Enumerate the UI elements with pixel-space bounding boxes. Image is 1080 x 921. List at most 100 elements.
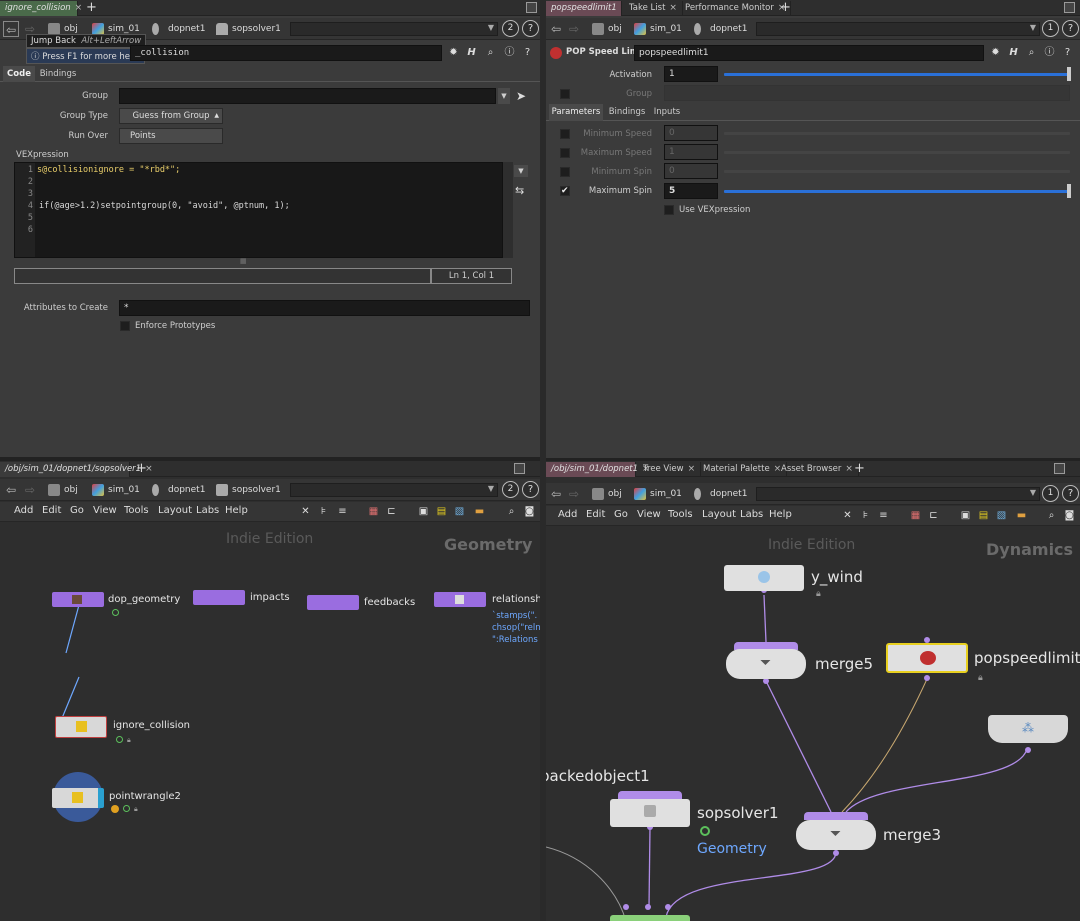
activation-slider-handle[interactable]: [1067, 67, 1071, 81]
menu-view[interactable]: View: [637, 509, 661, 520]
counter-badge[interactable]: 2: [502, 481, 519, 498]
menu-layout[interactable]: Layout: [158, 505, 192, 516]
tab-parameters[interactable]: Parameters: [549, 104, 603, 121]
tree-icon[interactable]: ⊧: [318, 506, 329, 517]
path-dropdown[interactable]: ▼: [756, 487, 1040, 501]
node-pointwrangle2[interactable]: [52, 788, 104, 808]
forward-arrow-icon[interactable]: ⇨: [566, 486, 582, 502]
network-icon[interactable]: ⊏: [386, 506, 397, 517]
node-name-field[interactable]: popspeedlimit1: [634, 45, 984, 61]
crumb-obj[interactable]: obj: [46, 482, 78, 498]
crumb-sim[interactable]: sim_01: [90, 482, 140, 498]
menu-labs[interactable]: Labs: [740, 509, 763, 520]
wrench-icon[interactable]: ✕: [300, 506, 311, 517]
crumb-obj[interactable]: obj: [590, 21, 622, 37]
resize-grip-icon[interactable]: ▦: [240, 257, 247, 265]
wrench-icon[interactable]: ✕: [842, 510, 853, 521]
max-spin-slider-handle[interactable]: [1067, 184, 1071, 198]
help-icon[interactable]: ?: [522, 20, 539, 37]
tab-tree-view[interactable]: Tree View ×: [638, 462, 702, 477]
help-icon[interactable]: ?: [1062, 20, 1079, 37]
image-icon[interactable]: ▣: [960, 510, 971, 521]
box-icon[interactable]: ▬: [474, 506, 485, 517]
group-field[interactable]: [119, 88, 496, 104]
code-insert-icon[interactable]: ⇆: [515, 184, 524, 197]
close-icon[interactable]: ×: [845, 464, 853, 474]
sticky-note-icon[interactable]: ▤: [436, 506, 447, 517]
search-icon[interactable]: ⌕: [506, 506, 517, 517]
camera-icon[interactable]: ◙: [1064, 510, 1075, 521]
camera-icon[interactable]: ◙: [524, 506, 535, 517]
path-dropdown[interactable]: ▼: [290, 483, 498, 497]
crumb-dopnet[interactable]: dopnet1: [150, 482, 205, 498]
min-speed-field[interactable]: 0: [664, 125, 718, 141]
max-speed-field[interactable]: 1: [664, 144, 718, 160]
crumb-sim[interactable]: sim_01: [632, 486, 682, 502]
hda-icon[interactable]: H: [466, 47, 477, 58]
crumb-dopnet[interactable]: dopnet1: [692, 486, 747, 502]
counter-badge[interactable]: 2: [502, 20, 519, 37]
back-arrow-icon[interactable]: ⇦: [548, 486, 564, 502]
menu-add[interactable]: Add: [558, 509, 577, 520]
search-icon[interactable]: ⌕: [1046, 510, 1057, 521]
gear-icon[interactable]: ✹: [990, 47, 1001, 58]
tab-ignore-collision[interactable]: ignore_collision ×: [0, 1, 82, 16]
tab-bindings[interactable]: Bindings: [606, 104, 648, 121]
maximize-icon[interactable]: [514, 463, 525, 474]
maximize-icon[interactable]: [1054, 463, 1065, 474]
close-icon[interactable]: ×: [75, 3, 83, 13]
add-tab-icon[interactable]: +: [86, 0, 97, 15]
info-circle-icon[interactable]: ⓘ: [504, 47, 515, 58]
tab-performance-monitor[interactable]: Performance Monitor ×: [680, 1, 792, 16]
list-icon[interactable]: ≡: [337, 506, 348, 517]
menu-help[interactable]: Help: [769, 509, 792, 520]
node-popspeedlimit[interactable]: [886, 643, 968, 673]
grid-icon[interactable]: ▦: [368, 506, 379, 517]
image-icon[interactable]: ▣: [418, 506, 429, 517]
menu-add[interactable]: Add: [14, 505, 33, 516]
menu-edit[interactable]: Edit: [42, 505, 61, 516]
close-icon[interactable]: ×: [688, 464, 696, 474]
menu-edit[interactable]: Edit: [586, 509, 605, 520]
search-icon[interactable]: ⌕: [485, 47, 496, 58]
min-speed-slider[interactable]: [724, 132, 1070, 135]
max-spin-field[interactable]: 5: [664, 183, 718, 199]
node-offscreen[interactable]: ⁂: [988, 715, 1068, 743]
tab-dopnet-path[interactable]: /obj/sim_01/dopnet1 ×: [546, 462, 650, 477]
menu-go[interactable]: Go: [614, 509, 628, 520]
menu-tools[interactable]: Tools: [668, 509, 693, 520]
tree-icon[interactable]: ⊧: [860, 510, 871, 521]
activation-field[interactable]: 1: [664, 66, 718, 82]
crumb-sim[interactable]: sim_01: [632, 21, 682, 37]
help-icon[interactable]: ?: [522, 481, 539, 498]
maximize-icon[interactable]: [1064, 2, 1075, 13]
select-arrow-icon[interactable]: ➤: [516, 89, 526, 103]
menu-labs[interactable]: Labs: [196, 505, 219, 516]
tab-inputs[interactable]: Inputs: [650, 104, 684, 121]
crumb-dopnet[interactable]: dopnet1: [150, 21, 205, 37]
vex-editor[interactable]: 1 2 3 4 5 6 s@collisionignore = "*rbd*";…: [14, 162, 503, 258]
tab-code[interactable]: Code: [3, 66, 35, 82]
help-circle-icon[interactable]: ?: [522, 47, 533, 58]
enforce-checkbox[interactable]: [120, 321, 130, 331]
min-spin-slider[interactable]: [724, 170, 1070, 173]
help-icon[interactable]: ?: [1062, 485, 1079, 502]
tab-material-palette[interactable]: Material Palette ×: [698, 462, 788, 477]
forward-arrow-icon[interactable]: ⇨: [566, 21, 582, 37]
path-dropdown[interactable]: ▼: [756, 22, 1040, 36]
crumb-sopsolver[interactable]: sopsolver1: [214, 21, 281, 37]
maximize-icon[interactable]: [526, 2, 537, 13]
search-icon[interactable]: ⌕: [1026, 47, 1037, 58]
list-icon[interactable]: ≡: [878, 510, 889, 521]
menu-layout[interactable]: Layout: [702, 509, 736, 520]
tab-popspeedlimit[interactable]: popspeedlimit1: [546, 1, 622, 16]
max-spin-slider[interactable]: [724, 190, 1070, 193]
code-menu-icon[interactable]: ▼: [514, 165, 528, 177]
node-impacts[interactable]: [193, 590, 245, 605]
counter-badge[interactable]: 1: [1042, 485, 1059, 502]
node-dop-geometry[interactable]: [52, 592, 104, 607]
back-arrow-icon[interactable]: ⇦: [3, 21, 19, 37]
crumb-obj[interactable]: obj: [590, 486, 622, 502]
back-arrow-icon[interactable]: ⇦: [548, 21, 564, 37]
path-dropdown[interactable]: ▼: [290, 22, 498, 36]
